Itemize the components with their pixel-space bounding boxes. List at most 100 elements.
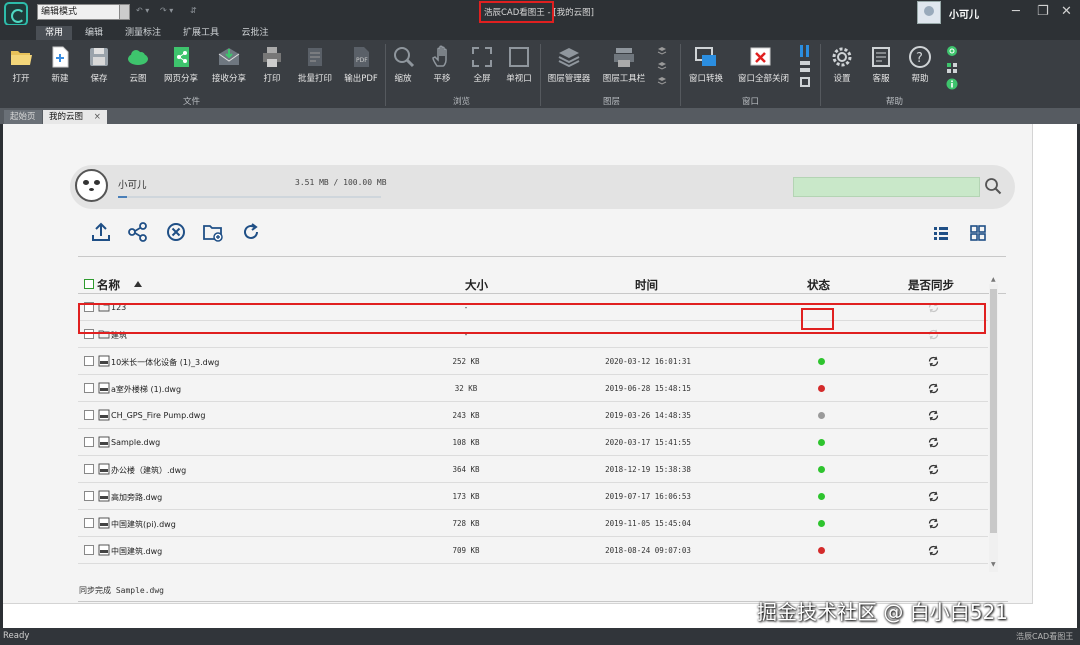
file-name[interactable]: 中国建筑(pi).dwg	[111, 519, 176, 530]
single-viewport-button[interactable]: 单视口	[496, 44, 542, 84]
export-pdf-button[interactable]: PDF 输出PDF	[338, 44, 384, 84]
tab-my-cloud[interactable]: 我的云图 ×	[43, 110, 107, 124]
info-icon[interactable]	[946, 78, 958, 90]
close-icon[interactable]: ✕	[1061, 5, 1072, 18]
user-name[interactable]: 小可儿	[949, 6, 979, 21]
tile-vertical-icon[interactable]	[800, 45, 809, 57]
grid-view-icon[interactable]	[970, 225, 986, 241]
file-size: 728 KB	[452, 519, 480, 528]
layer-off-icon[interactable]	[657, 76, 667, 86]
row-checkbox[interactable]	[84, 491, 94, 501]
file-name[interactable]: 10米长一体化设备 (1)_3.dwg	[111, 357, 219, 368]
new-folder-icon[interactable]	[202, 221, 224, 243]
cloud-button[interactable]: 云图	[115, 44, 161, 84]
tab-close-icon[interactable]: ×	[94, 112, 101, 122]
quick-access-menu-icon[interactable]: ⇵	[190, 6, 197, 15]
row-checkbox[interactable]	[84, 464, 94, 474]
tile-horizontal-icon[interactable]	[800, 61, 810, 72]
table-row[interactable]: 10米长一体化设备 (1)_3.dwg 252 KB 2020-03-12 16:0…	[78, 348, 988, 375]
window-switch-button[interactable]: 窗口转换	[683, 44, 729, 84]
search-help-icon[interactable]	[946, 45, 958, 57]
tab-start-page[interactable]: 起始页	[4, 110, 42, 124]
layer-toolbar-button[interactable]: 图层工具栏	[601, 44, 647, 84]
close-all-windows-button[interactable]: 窗口全部关闭	[738, 44, 789, 84]
sync-icon[interactable]	[927, 382, 940, 395]
layer-match-icon[interactable]	[657, 61, 667, 71]
refresh-icon[interactable]	[240, 221, 262, 243]
delete-icon[interactable]	[165, 221, 187, 243]
app-logo-icon[interactable]	[4, 2, 28, 26]
scrollbar-thumb[interactable]	[990, 289, 997, 533]
status-dot-green	[818, 493, 825, 500]
scroll-up-icon[interactable]: ▲	[991, 276, 996, 283]
tab-cloud-annotation[interactable]: 云批注	[234, 26, 276, 40]
undo-icon[interactable]: ↶ ▾	[136, 6, 149, 15]
file-name[interactable]: Sample.dwg	[111, 438, 160, 447]
redo-icon[interactable]: ↷ ▾	[160, 6, 173, 15]
user-avatar-icon[interactable]	[917, 1, 941, 24]
print-button[interactable]: 打印	[249, 44, 295, 84]
column-size-header[interactable]: 大小	[465, 277, 488, 293]
table-row[interactable]: 中国建筑.dwg 709 KB 2018-08-24 09:07:03	[78, 537, 988, 564]
file-time: 2019-03-26 14:48:35	[605, 411, 691, 420]
search-input[interactable]	[793, 177, 980, 197]
quota-fill	[118, 196, 128, 198]
restore-icon[interactable]: ❐	[1037, 5, 1049, 18]
column-name-header[interactable]: 名称	[97, 277, 120, 293]
cascade-icon[interactable]	[800, 77, 810, 87]
list-view-icon[interactable]	[933, 225, 949, 241]
apps-icon[interactable]	[946, 62, 958, 74]
table-row[interactable]: CH_GPS_Fire Pump.dwg 243 KB 2019-03-26 14:…	[78, 402, 988, 429]
tab-common[interactable]: 常用	[36, 26, 72, 40]
file-name[interactable]: 中国建筑.dwg	[111, 546, 162, 557]
file-name[interactable]: a室外楼梯 (1).dwg	[111, 384, 181, 395]
sync-icon[interactable]	[927, 490, 940, 503]
tab-extensions[interactable]: 扩展工具	[176, 26, 226, 40]
select-all-checkbox[interactable]	[84, 279, 94, 289]
row-checkbox[interactable]	[84, 410, 94, 420]
file-name[interactable]: CH_GPS_Fire Pump.dwg	[111, 411, 205, 420]
sort-ascending-icon[interactable]	[134, 281, 142, 287]
column-status-header[interactable]: 状态	[807, 277, 830, 293]
table-row[interactable]: 中国建筑(pi).dwg 728 KB 2019-11-05 15:45:04	[78, 510, 988, 537]
sync-icon[interactable]	[927, 355, 940, 368]
tab-edit[interactable]: 编辑	[76, 26, 112, 40]
sync-icon[interactable]	[927, 517, 940, 530]
viewport-icon	[509, 47, 529, 67]
title-annotation-box	[479, 1, 554, 23]
minimize-icon[interactable]: ─	[1012, 5, 1020, 18]
row-checkbox[interactable]	[84, 545, 94, 555]
web-share-button[interactable]: 网页分享	[158, 44, 204, 84]
layer-state-icon[interactable]	[657, 46, 667, 56]
table-row[interactable]: 高加旁路.dwg 173 KB 2019-07-17 16:06:53	[78, 483, 988, 510]
row-checkbox[interactable]	[84, 383, 94, 393]
column-time-header[interactable]: 时间	[635, 277, 658, 293]
column-sync-header[interactable]: 是否同步	[908, 277, 954, 293]
printer-icon	[263, 47, 281, 67]
sync-icon[interactable]	[927, 463, 940, 476]
receive-share-button[interactable]: 接收分享	[206, 44, 252, 84]
mode-select[interactable]: 编辑模式	[37, 4, 130, 20]
row-checkbox[interactable]	[84, 518, 94, 528]
search-icon[interactable]	[984, 177, 1002, 195]
upload-icon[interactable]	[90, 221, 112, 243]
web-share-icon	[174, 47, 189, 67]
sync-icon[interactable]	[927, 436, 940, 449]
scroll-down-icon[interactable]: ▼	[991, 561, 996, 568]
file-name[interactable]: 办公楼（建筑）.dwg	[111, 465, 186, 476]
sync-icon[interactable]	[927, 544, 940, 557]
row-checkbox[interactable]	[84, 437, 94, 447]
file-name[interactable]: 高加旁路.dwg	[111, 492, 162, 503]
row-checkbox[interactable]	[84, 356, 94, 366]
help-button[interactable]: ? 帮助	[897, 44, 943, 84]
share-icon[interactable]	[127, 221, 149, 243]
sync-icon[interactable]	[927, 409, 940, 422]
tab-my-cloud-label: 我的云图	[49, 112, 84, 122]
table-row[interactable]: Sample.dwg 108 KB 2020-03-17 15:41:55	[78, 429, 988, 456]
mode-select-arrow-icon[interactable]	[119, 5, 129, 19]
table-row[interactable]: 办公楼（建筑）.dwg 364 KB 2018-12-19 15:38:38	[78, 456, 988, 483]
layer-manager-button[interactable]: 图层管理器	[546, 44, 592, 84]
tab-measure[interactable]: 测量标注	[118, 26, 168, 40]
table-row[interactable]: a室外楼梯 (1).dwg 32 KB 2019-06-28 15:48:15	[78, 375, 988, 402]
batch-print-button[interactable]: 批量打印	[292, 44, 338, 84]
